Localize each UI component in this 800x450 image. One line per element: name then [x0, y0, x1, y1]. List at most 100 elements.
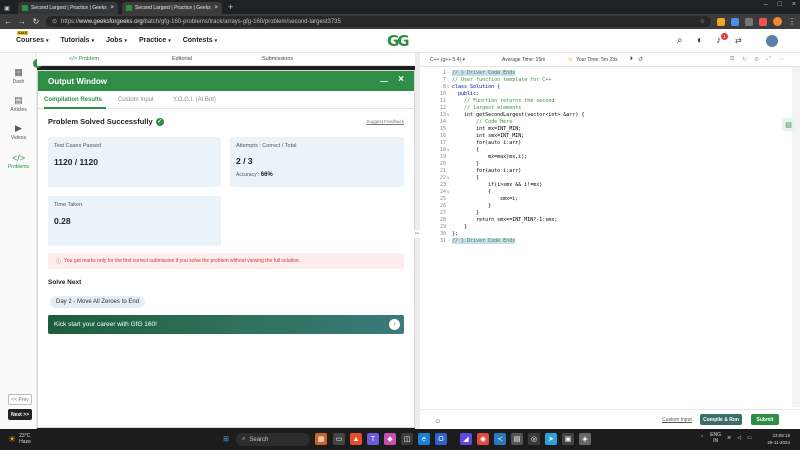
tab-custom-input[interactable]: Custom Input	[118, 97, 154, 103]
close-window-icon[interactable]: ×	[792, 1, 796, 8]
close-tab-icon[interactable]: ×	[110, 5, 114, 11]
code-line[interactable]: }	[452, 224, 467, 230]
suggest-feedback-link[interactable]: Suggest Feedback	[366, 119, 404, 124]
code-line[interactable]: // Function returns the second	[452, 98, 554, 104]
window-menu-icon[interactable]: ▣	[0, 2, 14, 14]
code-line[interactable]: for(auto i:arr)	[452, 140, 521, 146]
fold-toggle-icon[interactable]: v	[447, 112, 449, 117]
translate-icon[interactable]: ⇄	[735, 36, 742, 45]
code-line[interactable]: };	[452, 231, 458, 237]
back-icon[interactable]: ←	[4, 17, 12, 26]
chat-icon[interactable]: ▤	[782, 118, 795, 131]
code-line[interactable]: }	[452, 161, 479, 167]
fold-toggle-icon[interactable]: v	[447, 175, 449, 180]
battery-icon[interactable]: ▭	[747, 435, 752, 441]
settings-icon[interactable]: ⚙	[754, 56, 759, 63]
extension-icon[interactable]	[731, 17, 739, 26]
widget-icon[interactable]: ▦	[315, 433, 327, 445]
code-line[interactable]: int getSecondLargest(vector<int> &arr) {	[452, 112, 584, 118]
menu-courses[interactable]: Courses ▾	[16, 37, 49, 44]
menu-contests[interactable]: Contests ▾	[183, 37, 217, 44]
photos-icon[interactable]: ▣	[562, 433, 574, 445]
custom-input-link[interactable]: Custom Input	[662, 417, 692, 423]
windows-start-icon[interactable]: ⊞	[220, 433, 232, 445]
tab-problem[interactable]: </> Problem	[69, 56, 99, 62]
fold-toggle-icon[interactable]: v	[447, 147, 449, 152]
store-icon[interactable]: ◫	[401, 433, 413, 445]
language-select[interactable]: C++ (g++ 5.4) ▾	[430, 57, 465, 63]
extension-icon[interactable]	[745, 17, 753, 26]
outlook-icon[interactable]: O	[435, 433, 447, 445]
code-line[interactable]: // } Driver Code Ends	[452, 238, 516, 244]
app-icon[interactable]: ◎	[528, 433, 540, 445]
code-line[interactable]: smx=i;	[452, 196, 518, 202]
edge-icon[interactable]: e	[418, 433, 430, 445]
taskbar-clock[interactable]: 23:08:18 28-11-2024	[760, 432, 790, 446]
browser-menu-icon[interactable]: ⋮	[788, 17, 796, 26]
fold-toggle-icon[interactable]: v	[447, 84, 449, 89]
linear-icon[interactable]: ◢	[460, 433, 472, 445]
more-icon[interactable]: ⋯	[778, 56, 784, 63]
reset-timer-icon[interactable]: ↺	[638, 56, 643, 63]
play-timer-icon[interactable]: ⏵	[630, 56, 633, 63]
sidebar-item-problems[interactable]: </> Problems	[0, 153, 37, 170]
code-line[interactable]: {	[452, 189, 491, 195]
fold-toggle-icon[interactable]: v	[447, 189, 449, 194]
extension-icon[interactable]	[717, 17, 725, 26]
code-line[interactable]: {	[452, 175, 479, 181]
code-line[interactable]: class Solution {	[452, 84, 500, 90]
taskbar-search[interactable]: ⌕ Search	[236, 433, 310, 446]
menu-jobs[interactable]: Jobs ▾	[106, 37, 127, 44]
code-line[interactable]: mx=max(mx,i);	[452, 154, 527, 160]
volume-icon[interactable]: ◁	[737, 435, 741, 441]
menu-tutorials[interactable]: Tutorials ▾	[61, 37, 95, 44]
file-explorer-icon[interactable]: ▭	[333, 433, 345, 445]
fold-toggle-icon[interactable]: -	[447, 238, 449, 243]
teams-icon[interactable]: T	[367, 433, 379, 445]
theme-sun-icon[interactable]: ☼	[434, 416, 441, 425]
new-tab-icon[interactable]: +	[228, 2, 233, 14]
code-line[interactable]: }	[452, 203, 491, 209]
code-line[interactable]: // User function template for C++	[452, 77, 551, 83]
tab-compilation-results[interactable]: Compilation Results	[44, 97, 102, 103]
clipboard-icon[interactable]: ▤	[511, 433, 523, 445]
profile-avatar[interactable]	[773, 17, 782, 26]
submit-button[interactable]: Submit	[751, 414, 779, 425]
sidebar-item-dash[interactable]: ▦ Dash	[0, 67, 37, 85]
gfg160-banner[interactable]: Kick start your career with GfG 160! ›	[48, 315, 404, 334]
chrome-icon[interactable]: ◉	[477, 433, 489, 445]
minimize-icon[interactable]: —	[380, 77, 388, 86]
vscode-icon[interactable]: ≺	[494, 433, 506, 445]
user-avatar[interactable]	[766, 35, 778, 47]
fullscreen-icon[interactable]: ⤢	[766, 56, 771, 63]
telegram-icon[interactable]: ➤	[545, 433, 557, 445]
extension-icon[interactable]	[759, 17, 767, 26]
copy-icon[interactable]: ⧉	[730, 56, 734, 63]
next-button[interactable]: Next >>	[8, 409, 32, 420]
prev-button[interactable]: << Prev	[8, 394, 32, 405]
unity-icon[interactable]: ◈	[579, 433, 591, 445]
tab-submissions[interactable]: Submissions	[262, 56, 293, 62]
theme-toggle-icon[interactable]: ◐	[697, 35, 703, 46]
menu-practice[interactable]: Practice ▾	[139, 37, 171, 44]
weather-widget[interactable]: ☀ 23°C Haze	[8, 433, 31, 445]
fold-toggle-icon[interactable]: -	[447, 70, 449, 75]
code-line[interactable]: int mx=INT_MIN;	[452, 126, 521, 132]
close-tab-icon[interactable]: ×	[214, 5, 218, 11]
sidebar-item-videos[interactable]: ▶ Videos	[0, 123, 37, 141]
bookmark-star-icon[interactable]: ☆	[700, 18, 705, 25]
code-line[interactable]: }	[452, 210, 479, 216]
close-icon[interactable]: ×	[398, 74, 404, 85]
site-info-icon[interactable]: ⊙	[52, 18, 57, 25]
url-field[interactable]: ⊙ https://www.geeksforgeeks.org/batch/gf…	[46, 16, 711, 27]
code-line[interactable]: // largest elements	[452, 105, 521, 111]
code-line[interactable]: for(auto i:arr)	[452, 168, 521, 174]
sidebar-item-articles[interactable]: ▤ Articles	[0, 95, 37, 113]
code-line[interactable]: // Code Here	[452, 119, 512, 125]
gfg-logo[interactable]: GG	[387, 32, 413, 50]
code-area[interactable]: 1-// } Driver Code Ends 7// User function…	[420, 67, 792, 407]
brave-icon[interactable]: ▲	[350, 433, 362, 445]
forward-icon[interactable]: →	[18, 17, 26, 26]
browser-tab-2[interactable]: Second Largest | Practice | Geeks ×	[122, 2, 222, 14]
code-line[interactable]: // } Driver Code Ends	[452, 70, 516, 76]
